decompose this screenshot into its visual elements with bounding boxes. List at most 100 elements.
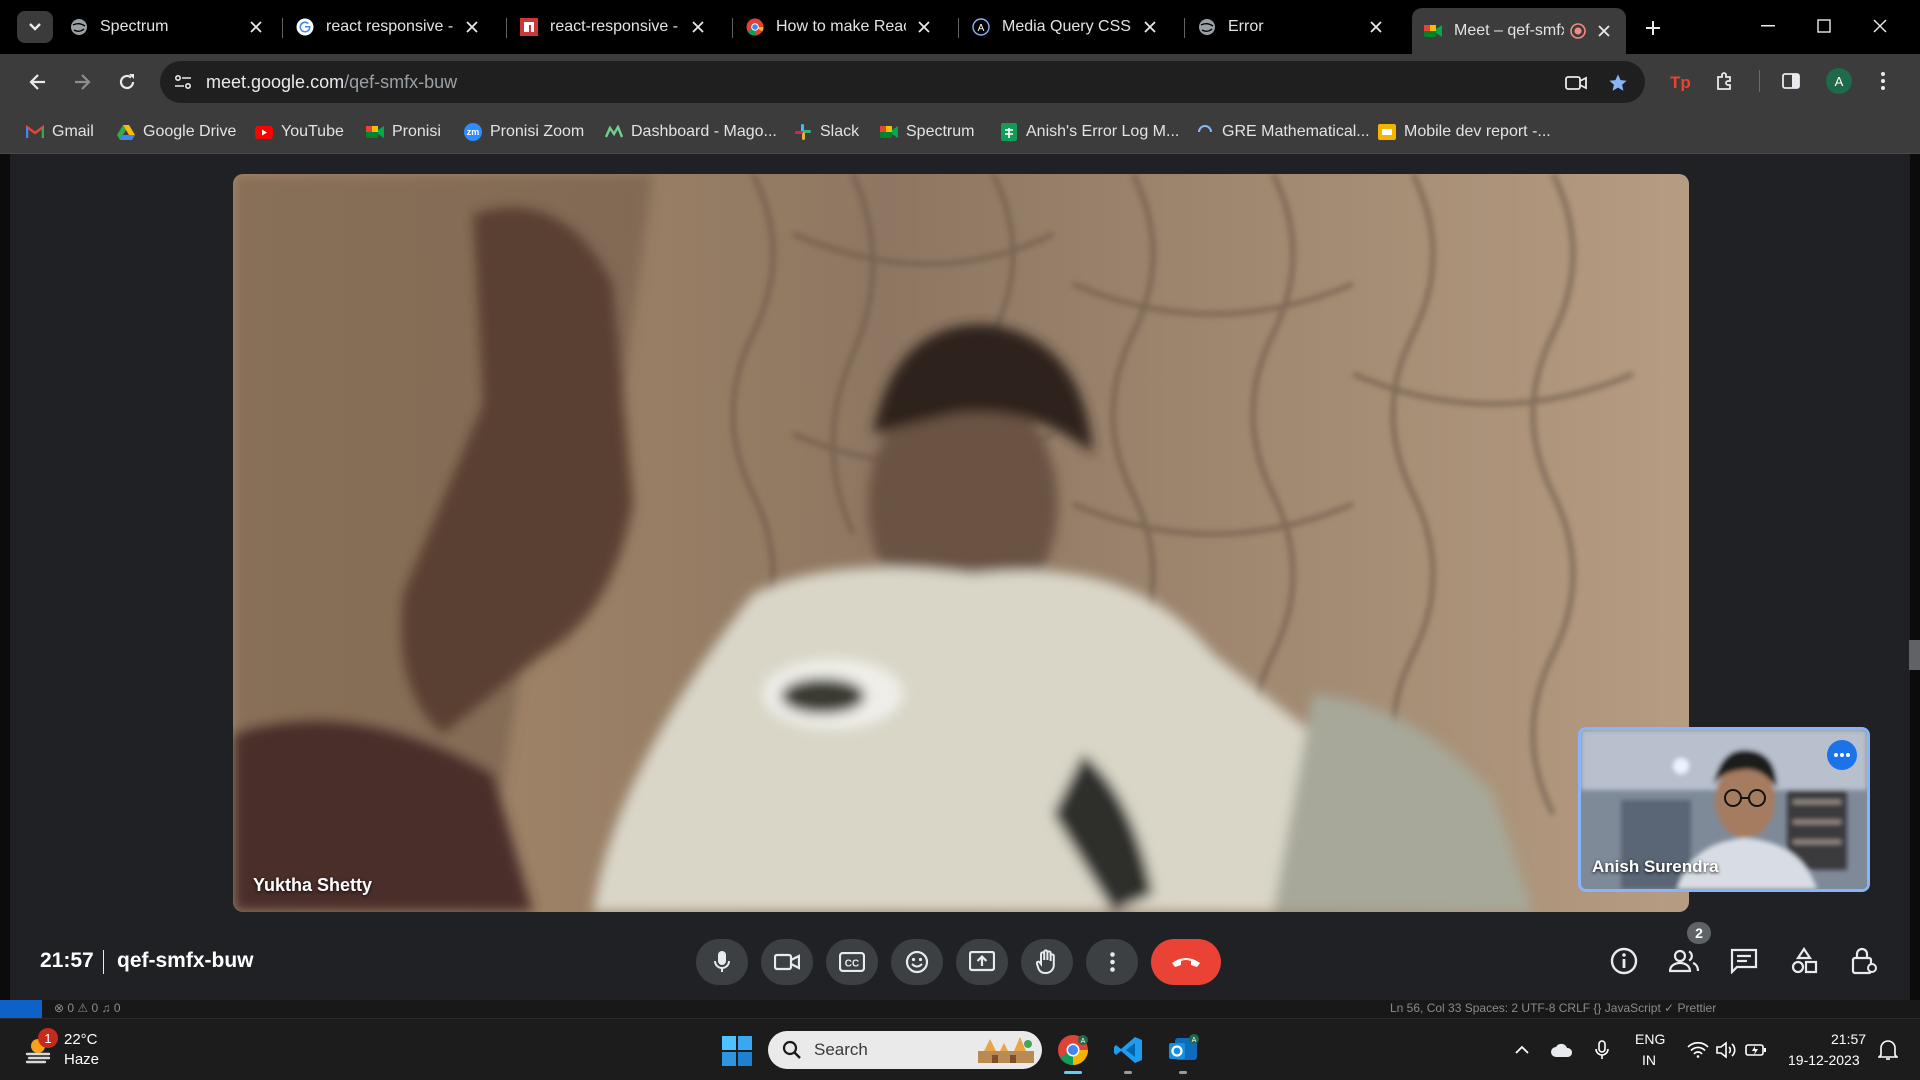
- present-screen-button[interactable]: [956, 939, 1008, 985]
- side-panel-button[interactable]: [1776, 66, 1806, 96]
- tab-media-query-css[interactable]: A Media Query CSS Tu: [960, 8, 1172, 46]
- url-domain: meet.google.com: [206, 72, 345, 92]
- plus-icon: [1645, 20, 1661, 36]
- bookmark-label: Pronisi Zoom: [490, 123, 585, 140]
- bookmark-spectrum[interactable]: Spectrum: [880, 118, 974, 146]
- address-bar[interactable]: meet.google.com/qef-smfx-buw: [160, 61, 1645, 103]
- tp-extension-button[interactable]: Tp: [1666, 66, 1696, 96]
- close-icon[interactable]: [1140, 17, 1160, 37]
- browser-menu-button[interactable]: [1868, 66, 1898, 96]
- bookmark-pronisi[interactable]: Pronisi: [366, 118, 441, 146]
- bookmark-label: Spectrum: [906, 123, 975, 140]
- window-close-button[interactable]: [1852, 6, 1908, 46]
- emoji-reaction-button[interactable]: [891, 939, 943, 985]
- participant-count-badge: 2: [1687, 922, 1711, 944]
- tab-error[interactable]: Error: [1186, 8, 1398, 46]
- start-button[interactable]: [722, 1036, 752, 1066]
- bookmark-label: Google Drive: [143, 123, 237, 140]
- leave-call-button[interactable]: [1151, 939, 1221, 985]
- site-info-icon[interactable]: [172, 71, 194, 93]
- weather-condition[interactable]: Haze: [64, 1051, 99, 1068]
- show-hidden-icons-button[interactable]: [1510, 1038, 1534, 1062]
- minimize-button[interactable]: [1740, 6, 1796, 46]
- tab-title: react-responsive - np: [550, 18, 680, 35]
- svg-text:A: A: [1192, 1037, 1197, 1044]
- battery-button[interactable]: [1744, 1038, 1768, 1062]
- close-icon[interactable]: [462, 17, 482, 37]
- taskbar-search-box[interactable]: Search: [768, 1031, 1042, 1069]
- star-bookmark-icon[interactable]: [1606, 71, 1630, 95]
- more-options-button[interactable]: [1086, 939, 1138, 985]
- taskbar-outlook[interactable]: A: [1163, 1030, 1203, 1070]
- microphone-tray-button[interactable]: [1590, 1038, 1614, 1062]
- input-language-line2[interactable]: IN: [1642, 1052, 1656, 1068]
- main-video-tile[interactable]: Yuktha Shetty: [233, 174, 1689, 912]
- tab-title: Spectrum: [100, 18, 169, 35]
- close-icon[interactable]: [1594, 21, 1614, 41]
- bookmark-pronisi-zoom[interactable]: zm Pronisi Zoom: [464, 118, 584, 146]
- forward-button[interactable]: [66, 66, 98, 98]
- bookmark-mobile-dev-report[interactable]: Mobile dev report -...: [1378, 118, 1551, 146]
- bookmark-slack[interactable]: Slack: [794, 118, 859, 146]
- url-text[interactable]: meet.google.com/qef-smfx-buw: [206, 72, 457, 93]
- tab-separator: [958, 18, 959, 38]
- taskbar-clock-date[interactable]: 19-12-2023: [1788, 1052, 1860, 1068]
- close-icon[interactable]: [246, 17, 266, 37]
- captions-button[interactable]: CC: [826, 939, 878, 985]
- side-panel-icon: [1782, 73, 1800, 89]
- profile-avatar[interactable]: A: [1826, 68, 1852, 94]
- bookmark-label: Anish's Error Log M...: [1026, 123, 1180, 140]
- tab-spectrum[interactable]: Spectrum: [58, 8, 278, 46]
- end-call-icon: [1170, 955, 1202, 969]
- tab-title: Error: [1228, 18, 1264, 35]
- bookmark-label: GRE Mathematical...: [1222, 123, 1370, 140]
- self-view-tile[interactable]: Anish Surendra: [1578, 727, 1870, 892]
- meeting-code[interactable]: qef-smfx-buw: [117, 949, 254, 973]
- bookmark-gre[interactable]: GRE Mathematical...: [1196, 118, 1370, 146]
- bookmark-google-drive[interactable]: Google Drive: [117, 118, 236, 146]
- tab-meet-active[interactable]: Meet – qef-smfx: [1412, 8, 1626, 54]
- activities-button[interactable]: [1786, 943, 1822, 979]
- tab-search-button[interactable]: [17, 11, 53, 43]
- bookmark-dashboard-mago[interactable]: Dashboard - Mago...: [605, 118, 777, 146]
- camera-button[interactable]: [761, 939, 813, 985]
- new-tab-button[interactable]: [1638, 13, 1668, 43]
- weather-temperature[interactable]: 22°C: [64, 1031, 98, 1048]
- hand-icon: [1036, 949, 1058, 975]
- back-button[interactable]: [22, 66, 54, 98]
- page-scrollbar[interactable]: [1909, 640, 1920, 670]
- close-icon[interactable]: [1366, 17, 1386, 37]
- self-view-options-button[interactable]: [1827, 740, 1857, 770]
- notification-center-button[interactable]: [1876, 1038, 1900, 1062]
- microphone-button[interactable]: [696, 939, 748, 985]
- taskbar-clock-time[interactable]: 21:57: [1831, 1031, 1866, 1047]
- raise-hand-button[interactable]: [1021, 939, 1073, 985]
- bookmark-error-log[interactable]: Anish's Error Log M...: [1000, 118, 1179, 146]
- tab-how-to-make-react[interactable]: How to make React A: [734, 8, 946, 46]
- status-right-text: Ln 56, Col 33 Spaces: 2 UTF-8 CRLF {} Ja…: [1390, 1001, 1717, 1015]
- bookmark-gmail[interactable]: Gmail: [26, 118, 94, 146]
- onedrive-button[interactable]: [1550, 1038, 1574, 1062]
- people-button[interactable]: [1666, 943, 1702, 979]
- maximize-button[interactable]: [1796, 6, 1852, 46]
- bookmark-youtube[interactable]: YouTube: [255, 118, 344, 146]
- wifi-button[interactable]: [1686, 1038, 1710, 1062]
- volume-button[interactable]: [1714, 1038, 1738, 1062]
- slack-icon: [794, 123, 812, 141]
- taskbar-chrome[interactable]: A: [1053, 1030, 1093, 1070]
- tab-react-responsive-npm[interactable]: react-responsive - np: [508, 8, 720, 46]
- smiley-icon: [905, 950, 929, 974]
- input-language-line1[interactable]: ENG: [1635, 1031, 1665, 1047]
- tab-react-responsive-google[interactable]: react responsive - Go: [284, 8, 494, 46]
- chat-button[interactable]: [1726, 943, 1762, 979]
- camera-in-use-icon[interactable]: [1564, 71, 1588, 95]
- close-icon[interactable]: [688, 17, 708, 37]
- info-icon: [1610, 947, 1638, 975]
- extensions-button[interactable]: [1710, 66, 1740, 96]
- close-icon[interactable]: [914, 17, 934, 37]
- reload-button[interactable]: [111, 66, 143, 98]
- host-controls-button[interactable]: [1846, 943, 1882, 979]
- meeting-details-button[interactable]: [1606, 943, 1642, 979]
- taskbar-vscode[interactable]: [1108, 1030, 1148, 1070]
- participant-video-feed: [233, 174, 1689, 912]
